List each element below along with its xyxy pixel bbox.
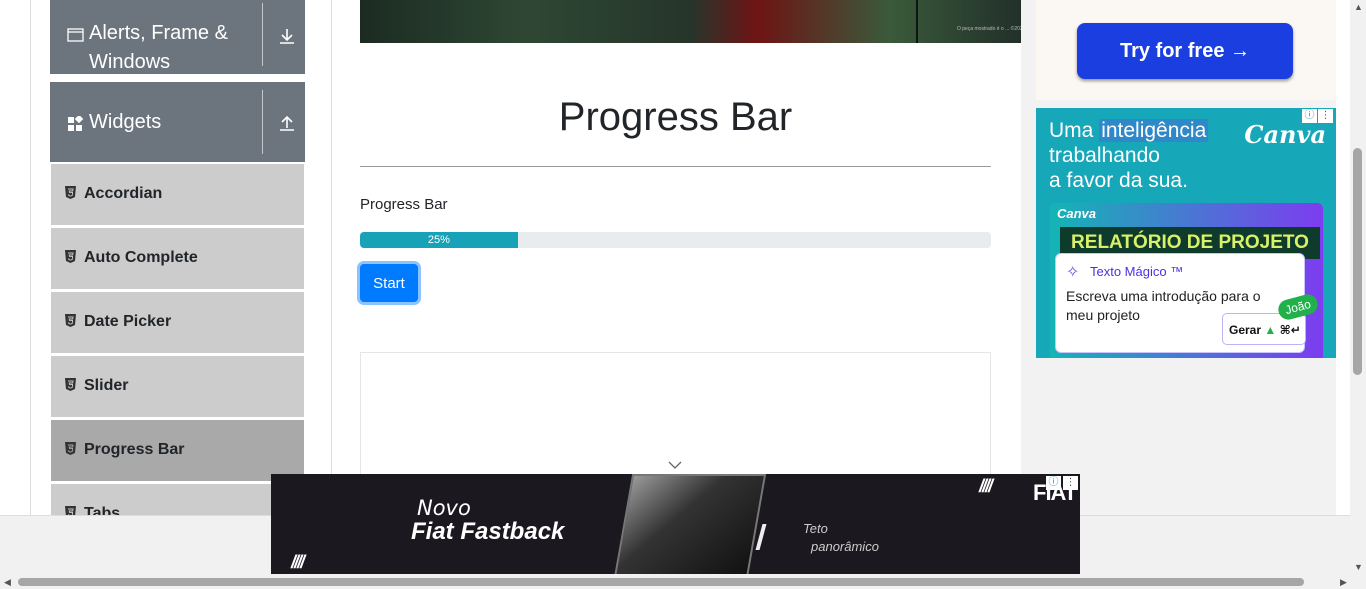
ad-slash [755,524,767,550]
html5-icon [65,314,76,327]
sidebar-group-title: Widgets [89,111,162,133]
ad-placeholder-frame [360,352,991,492]
ad-menu-icon[interactable]: ⋮ [1063,476,1078,490]
cursor-icon: ▲ [1264,323,1277,337]
ad-feature: Teto panorâmico [803,520,879,556]
sidebar-item-label: Progress Bar [84,441,185,458]
fiat-stripes-logo: //// [291,552,305,572]
divider [262,3,263,66]
html5-icon [65,250,76,263]
window-icon [67,28,84,47]
banner-image[interactable]: O peça mostrado é o ... ©2026 WarnerMedi… [360,0,1021,43]
scroll-up-icon[interactable]: ▲ [1354,0,1363,14]
html5-icon [65,378,76,391]
adchoices-icon[interactable]: ⓘ [1046,476,1061,490]
magic-text-title: Texto Mágico ™ [1090,264,1184,279]
scroll-left-icon[interactable]: ◀ [4,575,11,589]
vertical-scroll-thumb[interactable] [1353,148,1362,375]
horizontal-scroll-thumb[interactable] [18,578,1304,586]
magic-text-box: ✧ Texto Mágico ™ Escreva uma introdução … [1055,253,1320,353]
sidebar-group-title: Alerts, Frame & [89,22,228,44]
progress-bar-fill: 25% [360,232,518,248]
canva-card: Canva RELATÓRIO DE PROJETO ✧ Texto Mágic… [1050,203,1323,358]
sidebar-item-accordian[interactable]: Accordian [51,164,304,226]
html5-icon [65,186,76,199]
download-arrow-icon[interactable] [278,27,296,50]
headline-line3: a favor da sua. [1049,169,1188,192]
headline-word: Uma [1049,119,1094,142]
sidebar-group-alerts[interactable]: Alerts, Frame & Windows [50,0,305,74]
upload-arrow-icon[interactable] [278,114,296,137]
horizontal-scrollbar[interactable]: ◀ ▶ [0,575,1366,589]
page-title: Progress Bar [558,95,793,139]
sidebar-item-label: Auto Complete [84,249,198,266]
ad-menu-icon[interactable]: ⋮ [1318,109,1333,123]
sidebar-item-auto-complete[interactable]: Auto Complete [51,228,304,290]
title-divider [360,166,991,167]
fiat-stripes-logo-top: //// [979,476,993,496]
sidebar-group-title-line2: Windows [89,51,171,73]
headline-highlight: inteligência [1099,119,1209,142]
canva-ad[interactable]: Uma inteligência trabalhando a favor da … [1036,108,1336,358]
start-button[interactable]: Start [360,264,418,302]
sidebar-item-date-picker[interactable]: Date Picker [51,292,304,354]
ad-model: Fiat Fastback [411,518,565,545]
sidebar-item-progress-bar[interactable]: Progress Bar [51,420,304,482]
divider [262,90,263,154]
sidebar-item-slider[interactable]: Slider [51,356,304,418]
scroll-down-icon[interactable]: ▼ [1354,560,1363,574]
adchoices-icon[interactable]: ⓘ [1302,109,1317,123]
progress-bar-label: Progress Bar [360,196,448,213]
sidebar-item-label: Slider [84,377,129,394]
fiat-ad-banner[interactable]: Novo Fiat Fastback Teto panorâmico //// /… [271,474,1080,574]
sidebar-item-label: Accordian [84,185,163,202]
canva-headline: Uma inteligência trabalhando a favor da … [1049,118,1234,193]
widgets-icon [67,114,84,137]
chevron-down-icon[interactable] [668,461,682,470]
canva-card-logo: Canva [1057,206,1097,221]
sidebar-group-widgets[interactable]: Widgets [50,82,305,162]
html5-icon [65,442,76,455]
progress-bar: 25% [360,232,991,248]
car-image [613,474,767,574]
feature-line1: Teto [803,521,828,536]
scroll-right-icon[interactable]: ▶ [1340,575,1347,589]
canva-logo: Canva [1244,120,1326,149]
vertical-scrollbar[interactable]: ▲ ▼ [1350,0,1366,575]
try-for-free-button[interactable]: Try for free → [1077,23,1293,79]
sidebar-item-label: Date Picker [84,313,172,330]
banner-separator [916,0,918,43]
magic-wand-icon: ✧ [1066,264,1080,281]
generate-label: Gerar [1229,323,1262,337]
feature-line2: panorâmico [811,539,879,554]
banner-caption: O peça mostrado é o ... ©2026 WarnerMedi… [957,26,1021,32]
headline-line2: trabalhando [1049,144,1160,167]
ad-novo: Novo [417,496,471,520]
